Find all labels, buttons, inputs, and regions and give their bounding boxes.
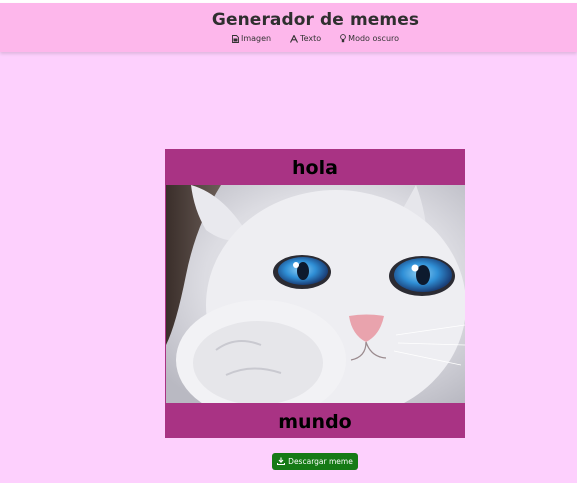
- image-file-icon: [232, 34, 239, 43]
- download-meme-button[interactable]: Descargar meme: [272, 453, 358, 470]
- white-kitten-blue-eyes-photo: [166, 185, 465, 403]
- meme-bottom-text: mundo: [278, 411, 352, 433]
- nav-item-imagen[interactable]: Imagen: [232, 34, 271, 43]
- download-icon: [277, 457, 286, 467]
- nav-label-imagen: Imagen: [240, 34, 272, 43]
- nav-label-modo-oscuro: Modo oscuro: [348, 34, 400, 43]
- meme-preview: hola mundo: [165, 149, 465, 438]
- meme-image: [166, 185, 465, 403]
- page-title: Generador de memes: [211, 10, 420, 30]
- lightbulb-icon: [340, 34, 347, 43]
- app-header: Generador de memes Imagen Texto Modo osc…: [0, 3, 577, 52]
- nav-item-modo-oscuro[interactable]: Modo oscuro: [340, 34, 399, 43]
- nav-item-texto[interactable]: Texto: [290, 34, 321, 43]
- download-label: Descargar meme: [288, 457, 353, 466]
- text-font-icon: [290, 34, 299, 43]
- meme-top-text: hola: [292, 157, 338, 179]
- header-nav: Imagen Texto Modo oscuro: [0, 34, 577, 43]
- nav-label-texto: Texto: [300, 34, 322, 43]
